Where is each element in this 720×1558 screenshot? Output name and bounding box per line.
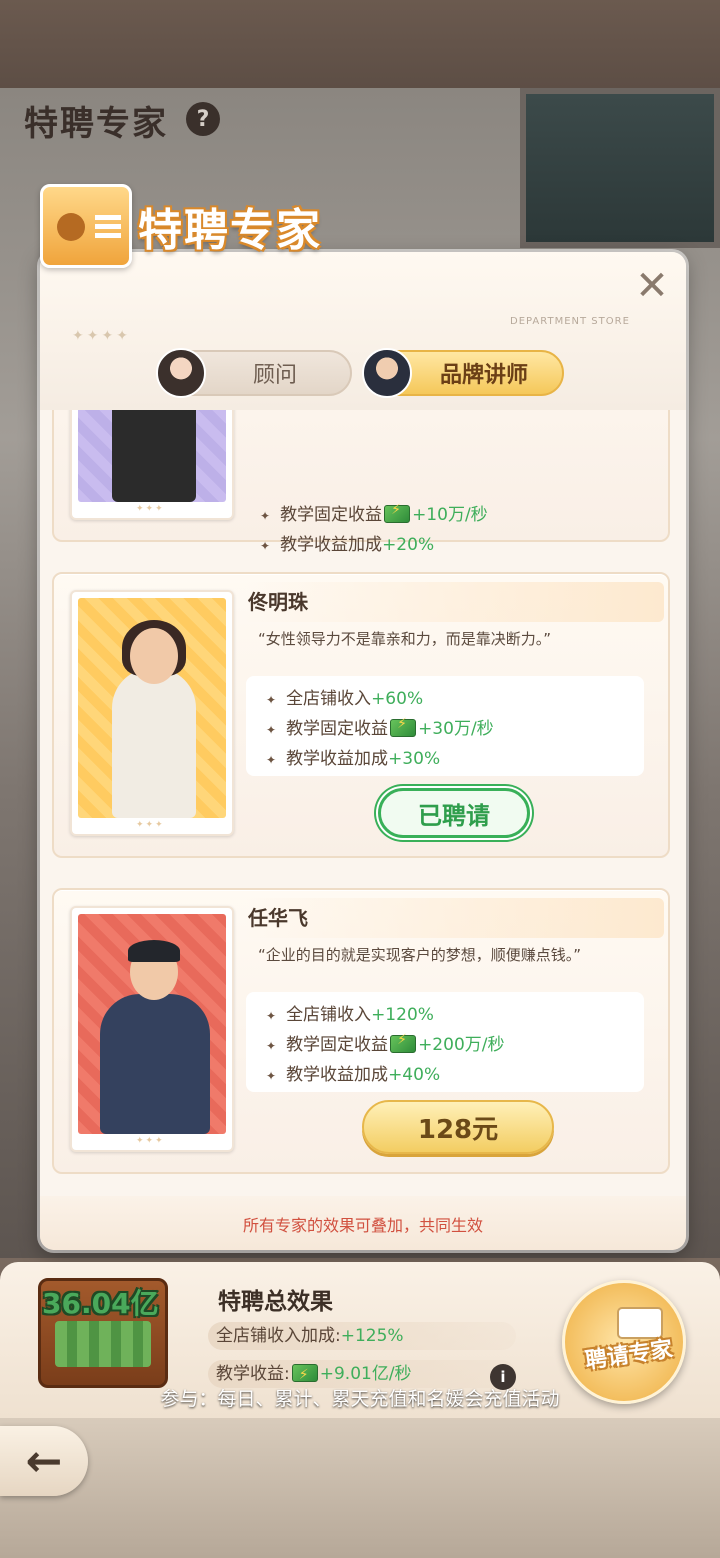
card-dots: ✦✦✦ — [136, 504, 165, 514]
panel-footer: 所有专家的效果可叠加，共同生效 — [40, 1196, 686, 1250]
money-icon — [390, 716, 417, 737]
expert-quote: “企业的目的就是实现客户的梦想，顺便赚点钱。” — [258, 946, 582, 964]
bullet-icon: ✦ — [260, 539, 271, 553]
bullet-icon: ✦ — [266, 1039, 277, 1053]
bullet-icon: ✦ — [260, 509, 271, 523]
stat-row: ✦教学固定收益+10万/秒 — [260, 500, 488, 525]
bullet-icon: ✦ — [266, 753, 277, 767]
page-title: 特聘专家 — [24, 104, 168, 144]
summary-title: 特聘总效果 — [218, 1289, 333, 1315]
portrait-head — [130, 628, 178, 684]
bullet-icon: ✦ — [266, 1069, 277, 1083]
expert-card: ✦✦✦ ✦教学固定收益+10万/秒 ✦教学收益加成+20% — [52, 410, 670, 555]
expert-card: ✦✦✦ 佟明珠 “女性领导力不是靠亲和力，而是靠决断力。” ✦ 全店铺收入+60%… — [52, 572, 670, 858]
stat-row: ✦ 教学收益加成+30% — [266, 749, 441, 769]
bullet-icon: ✦ — [266, 1009, 277, 1023]
panel-title: 特聘专家 — [138, 205, 322, 256]
portrait-frame: ✦✦✦ — [70, 906, 234, 1152]
department-store-label: DEPARTMENT STORE — [510, 316, 630, 327]
purchase-button[interactable]: 128元 — [362, 1100, 554, 1154]
stat-row: ✦教学固定收益+200万/秒 — [266, 1030, 504, 1055]
expert-card: ✦✦✦ 任华飞 “企业的目的就是实现客户的梦想，顺便赚点钱。” ✦ 全店铺收入+1… — [52, 888, 670, 1174]
participate-note: 参与：每日、累计、累天充值和名媛会充值活动 — [160, 1388, 560, 1410]
stat-row: ✦ 全店铺收入+60% — [266, 689, 424, 709]
id-badge-icon — [40, 184, 132, 268]
background-top — [0, 0, 720, 88]
portrait-frame: ✦✦✦ — [70, 410, 234, 520]
bullet-icon: ✦ — [266, 723, 277, 737]
stat-row: ✦教学固定收益+30万/秒 — [266, 714, 494, 739]
help-icon[interactable]: ? — [186, 102, 220, 136]
portrait-body — [112, 410, 196, 502]
back-button[interactable]: ← — [0, 1426, 88, 1496]
background-window — [520, 88, 720, 248]
summary-row-store-income: 全店铺收入加成:+125% — [208, 1322, 516, 1350]
portrait-body — [100, 994, 210, 1134]
recruit-button-label: 聘请专家 — [583, 1337, 675, 1375]
tab-advisor-label: 顾问 — [252, 363, 297, 388]
portrait-hair — [128, 940, 180, 962]
advisor-avatar — [156, 348, 206, 398]
hired-button[interactable]: 已聘请 — [378, 788, 530, 838]
gold-amount: 36.04亿 — [42, 1287, 159, 1320]
expert-quote: “女性领导力不是靠亲和力，而是靠决断力。” — [258, 630, 552, 648]
tab-brand-lecturer[interactable]: 品牌讲师 — [362, 348, 564, 398]
money-icon — [384, 502, 411, 523]
panel-title-emblem: 特聘专家 — [30, 176, 370, 276]
stat-row: ✦ 全店铺收入+120% — [266, 1005, 434, 1025]
expert-portrait — [78, 410, 226, 502]
money-icon — [291, 1361, 318, 1389]
stats-box: ✦全店铺收入+120% ✦教学固定收益+200万/秒 ✦教学收益加成+40% — [246, 992, 644, 1092]
close-button[interactable]: ✕ — [632, 266, 672, 306]
experts-panel: ✦✦✦✦ DEPARTMENT STORE ✕ 顾问 品牌讲师 ✦✦✦ ✦ 教学固… — [40, 252, 686, 1250]
expert-name: 任华飞 — [248, 906, 308, 930]
stats-box: ✦全店铺收入+60% ✦教学固定收益+30万/秒 ✦教学收益加成+30% — [246, 676, 644, 776]
id-card-icon — [617, 1307, 663, 1339]
card-dots: ✦✦✦ — [136, 820, 165, 830]
portrait-body — [112, 668, 196, 818]
stacking-note: 所有专家的效果可叠加，共同生效 — [242, 1216, 483, 1235]
lecturer-avatar — [362, 348, 412, 398]
bottom-bar — [0, 1418, 720, 1558]
stat-row: ✦ 教学收益加成+20% — [260, 535, 435, 555]
expert-name: 佟明珠 — [248, 590, 308, 614]
stars-decoration: ✦✦✦✦ — [72, 328, 131, 344]
tab-advisor[interactable]: 顾问 — [156, 348, 352, 398]
tab-brand-lecturer-label: 品牌讲师 — [439, 363, 528, 388]
portrait-frame: ✦✦✦ — [70, 590, 234, 836]
card-dots: ✦✦✦ — [136, 1136, 165, 1146]
stat-row: ✦ 教学收益加成+40% — [266, 1065, 441, 1085]
expert-list[interactable]: ✦✦✦ ✦教学固定收益+10万/秒 ✦教学收益加成+20% ✦✦✦ 佟明珠 “女… — [40, 410, 686, 1196]
expert-portrait — [78, 914, 226, 1134]
expert-portrait — [78, 598, 226, 818]
bullet-icon: ✦ — [266, 693, 277, 707]
money-icon — [390, 1032, 417, 1053]
